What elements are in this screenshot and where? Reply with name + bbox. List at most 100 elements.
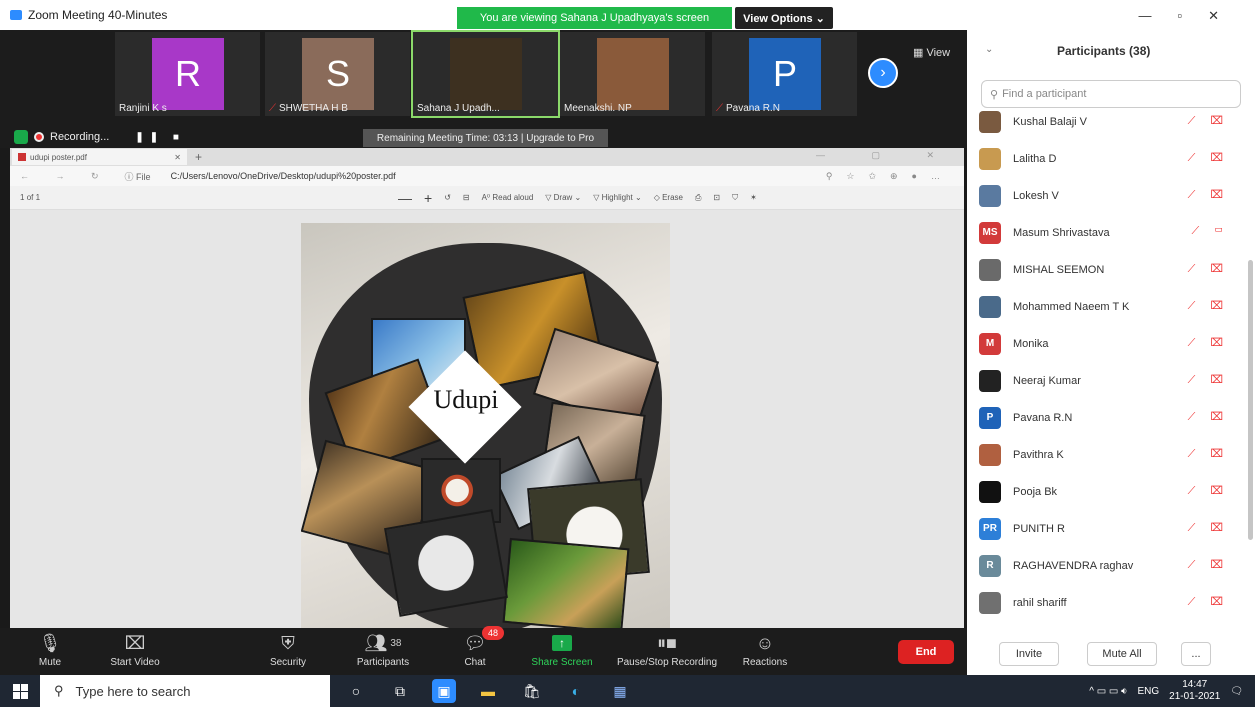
participant-row[interactable]: Lalitha D ⟋ ⌧ xyxy=(967,140,1247,177)
pause-stop-recording-button[interactable]: ⏸■ Pause/Stop Recording xyxy=(612,630,722,669)
participants-button[interactable]: 👥︎ 38 Participants xyxy=(348,630,418,669)
participant-avatar xyxy=(979,480,1001,503)
participant-row[interactable]: PR PUNITH R ⟋ ⌧ xyxy=(967,510,1247,547)
browser-window-controls[interactable]: — ▢ ✕ xyxy=(816,150,956,161)
muted-mic-icon: ⟋ xyxy=(269,103,276,114)
participant-avatar xyxy=(597,38,669,110)
search-icon: ⚲ xyxy=(990,88,999,101)
participant-row[interactable]: P Pavana R.N ⟋ ⌧ xyxy=(967,399,1247,436)
browser-tab[interactable]: udupi poster.pdf ✕ xyxy=(12,149,187,165)
video-tile[interactable]: Meenakshi. NP xyxy=(560,32,705,116)
windows-start-icon[interactable] xyxy=(0,675,40,707)
zoom-window: Zoom Meeting 40-Minutes You are viewing … xyxy=(0,0,1255,707)
participant-row[interactable]: M Monika ⟋ ⌧ xyxy=(967,325,1247,362)
participant-avatar: R xyxy=(979,554,1001,577)
video-tile[interactable]: R Ranjini K s xyxy=(115,32,260,116)
windows-taskbar: ⚲ Type here to search ○ ⧉ ▣ ▬ 🛍︎ ◐ ▦ ^ ▭… xyxy=(0,675,1255,707)
end-button[interactable]: End xyxy=(898,640,954,664)
pdf-tool-button[interactable]: ⊡ xyxy=(713,193,720,202)
address-bar-icons[interactable]: ⚲☆✩⊕●… xyxy=(826,171,954,182)
window-controls[interactable]: —▫✕ xyxy=(1138,8,1245,24)
video-tile[interactable]: Sahana J Upadh... xyxy=(411,30,560,118)
pdf-tool-button[interactable]: A⁰ Read aloud xyxy=(482,193,534,202)
poster-title: Udupi xyxy=(433,385,499,414)
task-view-icon[interactable]: ⧉ xyxy=(388,679,412,703)
recording-dot-icon xyxy=(34,132,44,142)
security-button[interactable]: ⛨ Security xyxy=(258,630,318,669)
video-tile[interactable]: P ⟋ Pavana R.N xyxy=(712,32,857,116)
nav-buttons[interactable]: ← → ↻ xyxy=(20,171,111,182)
view-toggle[interactable]: ▦ View xyxy=(913,46,950,59)
poster-photo xyxy=(384,509,508,617)
share-screen-button[interactable]: ↑ Share Screen xyxy=(522,630,602,668)
next-page-arrow-icon[interactable]: › xyxy=(868,58,898,88)
participant-row[interactable]: MS Masum Shrivastava ⟋ ▭ xyxy=(967,214,1247,251)
panel-scrollbar[interactable] xyxy=(1248,260,1253,540)
participant-row[interactable]: Pavithra K ⟋ ⌧ xyxy=(967,436,1247,473)
tile-name: ⟋ Pavana R.N xyxy=(716,103,780,114)
tile-name: Sahana J Upadh... xyxy=(417,103,500,114)
pdf-tool-button[interactable]: ✶ xyxy=(750,193,757,202)
notification-icon[interactable]: 🗨︎ xyxy=(1230,686,1243,697)
participant-row[interactable]: MISHAL SEEMON ⟋ ⌧ xyxy=(967,251,1247,288)
video-off-icon: ⌧ xyxy=(124,632,146,653)
participants-panel: —▫✕ ⌄ Participants (38) ⚲ Find a partici… xyxy=(967,0,1255,675)
pdf-tool-button[interactable]: — xyxy=(398,190,412,206)
participant-avatar xyxy=(979,184,1001,207)
pdf-icon xyxy=(18,153,26,161)
mic-muted-video-off-icon: ⟋ ⌧ xyxy=(1187,522,1229,534)
view-options-button[interactable]: View Options ⌄ xyxy=(735,7,833,29)
calculator-icon[interactable]: ▦ xyxy=(608,679,632,703)
pdf-tool-button[interactable]: ⊟ xyxy=(463,193,470,202)
tray-icons[interactable]: ^ ▭ ▭ 🔉︎ xyxy=(1089,686,1127,697)
pdf-tool-button[interactable]: ▽ Draw ⌄ xyxy=(545,193,581,202)
participant-name: rahil shariff xyxy=(1013,596,1067,609)
invite-button[interactable]: Invite xyxy=(999,642,1059,666)
language-indicator[interactable]: ENG xyxy=(1137,686,1159,697)
cortana-icon[interactable]: ○ xyxy=(344,679,368,703)
mute-button[interactable]: 🎙︎ Mute xyxy=(30,630,70,669)
url-text[interactable]: C:/Users/Lenovo/OneDrive/Desktop/udupi%2… xyxy=(171,171,396,181)
mute-all-button[interactable]: Mute All xyxy=(1087,642,1157,666)
pdf-tool-button[interactable]: ▽ Highlight ⌄ xyxy=(593,193,641,202)
video-tile[interactable]: S ⟋ SHWETHA H B xyxy=(265,32,410,116)
mic-muted-video-off-icon: ⟋ ⌧ xyxy=(1187,300,1229,312)
pdf-tool-button[interactable]: ↺ xyxy=(444,193,451,202)
pdf-tool-button[interactable]: ◇ Erase xyxy=(654,193,683,202)
zoom-app-icon[interactable]: ▣ xyxy=(432,679,456,703)
more-button[interactable]: ... xyxy=(1181,642,1211,666)
participant-name: MISHAL SEEMON xyxy=(1013,263,1105,276)
pdf-tool-button[interactable]: + xyxy=(424,190,432,206)
reactions-button[interactable]: ☺ Reactions xyxy=(735,630,795,669)
taskbar-search-input[interactable]: ⚲ Type here to search xyxy=(40,675,330,707)
pdf-tool-button[interactable]: ⎙ xyxy=(695,193,701,203)
participant-row[interactable]: Pooja Bk ⟋ ⌧ xyxy=(967,473,1247,510)
participant-row[interactable]: R RAGHAVENDRA raghav ⟋ ⌧ xyxy=(967,547,1247,584)
participant-avatar: S xyxy=(302,38,374,110)
mic-muted-video-on-icon: ⟋ ▭ xyxy=(1191,225,1229,237)
pause-stop-icon: ⏸■ xyxy=(657,632,677,653)
store-icon[interactable]: 🛍︎ xyxy=(520,679,544,703)
mic-muted-video-off-icon: ⟋ ⌧ xyxy=(1187,559,1229,571)
start-video-button[interactable]: ⌧ Start Video xyxy=(95,630,175,669)
edge-icon[interactable]: ◐ xyxy=(564,679,588,703)
collapse-chevron-icon[interactable]: ⌄ xyxy=(985,44,993,55)
recording-controls[interactable]: ❚❚ ■ xyxy=(135,132,185,143)
clock[interactable]: 14:47 21-01-2021 xyxy=(1169,679,1220,703)
participant-row[interactable]: Mohammed Naeem T K ⟋ ⌧ xyxy=(967,288,1247,325)
participant-row[interactable]: Kushal Balaji V ⟋ ⌧ xyxy=(967,103,1247,140)
participant-avatar xyxy=(450,38,522,110)
participant-row[interactable]: rahil shariff ⟋ ⌧ xyxy=(967,584,1247,621)
file-explorer-icon[interactable]: ▬ xyxy=(476,679,500,703)
pdf-tool-button[interactable]: ⛉ xyxy=(732,193,738,203)
participant-row[interactable]: Lokesh V ⟋ ⌧ xyxy=(967,177,1247,214)
participant-name: Pavana R.N xyxy=(1013,411,1073,424)
search-icon: ⚲ xyxy=(54,683,64,698)
chat-badge: 48 xyxy=(482,626,504,640)
new-tab-icon[interactable]: + xyxy=(195,150,202,164)
participant-row[interactable]: Neeraj Kumar ⟋ ⌧ xyxy=(967,362,1247,399)
close-tab-icon[interactable]: ✕ xyxy=(174,153,181,162)
recording-label: Recording... xyxy=(50,131,110,143)
page-indicator[interactable]: 1 of 1 xyxy=(20,193,80,202)
participant-avatar xyxy=(979,110,1001,133)
